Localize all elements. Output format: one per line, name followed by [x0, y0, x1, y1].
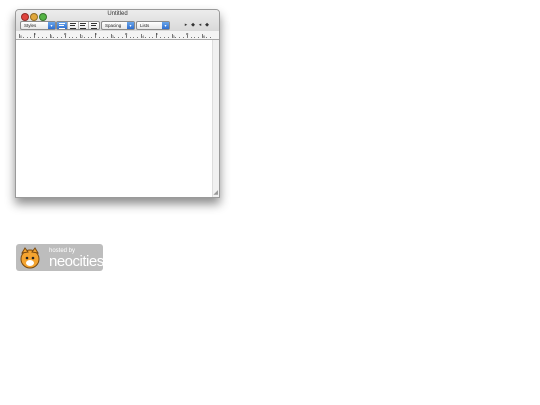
ruler-tick	[110, 34, 112, 38]
ruler-tick	[68, 36, 70, 38]
ruler-tick	[209, 36, 211, 38]
ruler-tick	[179, 36, 181, 38]
neocities-badge[interactable]: hosted by neocities	[16, 244, 103, 271]
ruler-tick	[141, 34, 142, 38]
ruler-tick	[137, 36, 139, 38]
ruler-tick	[57, 36, 59, 38]
ruler-tick	[80, 34, 81, 38]
ruler-tick	[41, 36, 43, 38]
center-tab-icon[interactable]: ◆	[190, 22, 196, 28]
tab-stop-marker[interactable]: ▸	[187, 31, 189, 36]
ruler-tick	[87, 36, 89, 38]
ruler-tick	[160, 36, 162, 38]
tab-stop-marker[interactable]: ▸	[34, 31, 36, 36]
chevron-down-icon: ▾	[127, 22, 134, 29]
ruler-tick	[171, 34, 173, 38]
document-text-area[interactable]	[16, 40, 219, 197]
lists-popup[interactable]: Lists ▾	[136, 21, 170, 30]
ruler-tick	[121, 36, 123, 38]
ruler-tick	[163, 36, 165, 38]
styles-label: Styles	[24, 23, 37, 28]
ruler-tick	[76, 36, 78, 38]
ruler-tick	[102, 36, 104, 38]
ruler-tick	[91, 36, 93, 38]
resize-grip-icon[interactable]: ◢	[213, 189, 218, 196]
ruler-tick	[45, 36, 47, 38]
tab-stop-marker[interactable]: ▸	[95, 31, 97, 36]
ruler-tick	[205, 36, 207, 38]
left-tab-icon[interactable]: ▸	[183, 22, 189, 28]
ruler-tick	[182, 36, 184, 38]
ruler[interactable]: 0 ▸ 1 ▸ 2 ▸ 3 ▸ 4 ▸ 5 ▸ 6	[16, 31, 219, 39]
chevron-down-icon: ▾	[48, 22, 55, 29]
ruler-tick	[190, 36, 192, 38]
align-right-icon	[91, 22, 98, 29]
lists-label: Lists	[140, 23, 150, 28]
neocities-cat-icon	[20, 247, 40, 269]
right-tab-icon[interactable]: ◂	[197, 22, 203, 28]
align-center-button[interactable]	[68, 22, 79, 29]
vertical-scrollbar[interactable]	[212, 40, 219, 197]
ruler-tick	[83, 36, 85, 38]
ruler-tick	[118, 36, 120, 38]
alignment-group	[56, 21, 100, 30]
ruler-tick	[19, 34, 20, 38]
align-left-button[interactable]	[57, 22, 68, 29]
align-justify-button[interactable]	[79, 22, 90, 29]
ruler-tick	[133, 36, 135, 38]
ruler-tick	[106, 36, 108, 38]
ruler-tick	[148, 36, 150, 38]
spacing-label: Spacing	[105, 23, 122, 28]
ruler-tick	[152, 36, 154, 38]
ruler-tick	[129, 36, 131, 38]
align-right-button[interactable]	[89, 22, 99, 29]
align-left-icon	[58, 22, 65, 29]
styles-popup[interactable]: Styles ▾	[20, 21, 56, 30]
neocities-logo-text: neocities	[49, 253, 103, 270]
ruler-tick	[99, 36, 101, 38]
align-center-icon	[69, 22, 76, 29]
ruler-tick	[167, 36, 169, 38]
ruler-tick	[175, 36, 177, 38]
ruler-tick	[38, 36, 40, 38]
ruler-tick	[202, 34, 203, 38]
ruler-tick	[144, 36, 146, 38]
tab-stop-marker[interactable]: ▸	[65, 31, 67, 36]
ruler-tick	[60, 36, 62, 38]
ruler-tick	[114, 36, 116, 38]
ruler-tick	[22, 36, 24, 38]
window-title: Untitled	[107, 11, 128, 17]
ruler-tick	[198, 36, 200, 38]
ruler-tick	[194, 36, 196, 38]
ruler-tick	[72, 36, 74, 38]
ruler-tick	[30, 36, 32, 38]
ruler-tick	[26, 36, 28, 38]
tab-stop-marker[interactable]: ▸	[126, 31, 128, 36]
align-justify-icon	[80, 22, 87, 29]
textedit-window: Untitled Styles ▾ Spacing ▾ Lists ▾ ▸ ◆ …	[15, 9, 220, 198]
ruler-tick	[49, 34, 51, 38]
tab-stop-marker[interactable]: ▸	[156, 31, 158, 36]
decimal-tab-icon[interactable]: ◆	[204, 22, 210, 28]
chevron-down-icon: ▾	[162, 22, 169, 29]
spacing-popup[interactable]: Spacing ▾	[101, 21, 135, 30]
ruler-tick	[53, 36, 55, 38]
